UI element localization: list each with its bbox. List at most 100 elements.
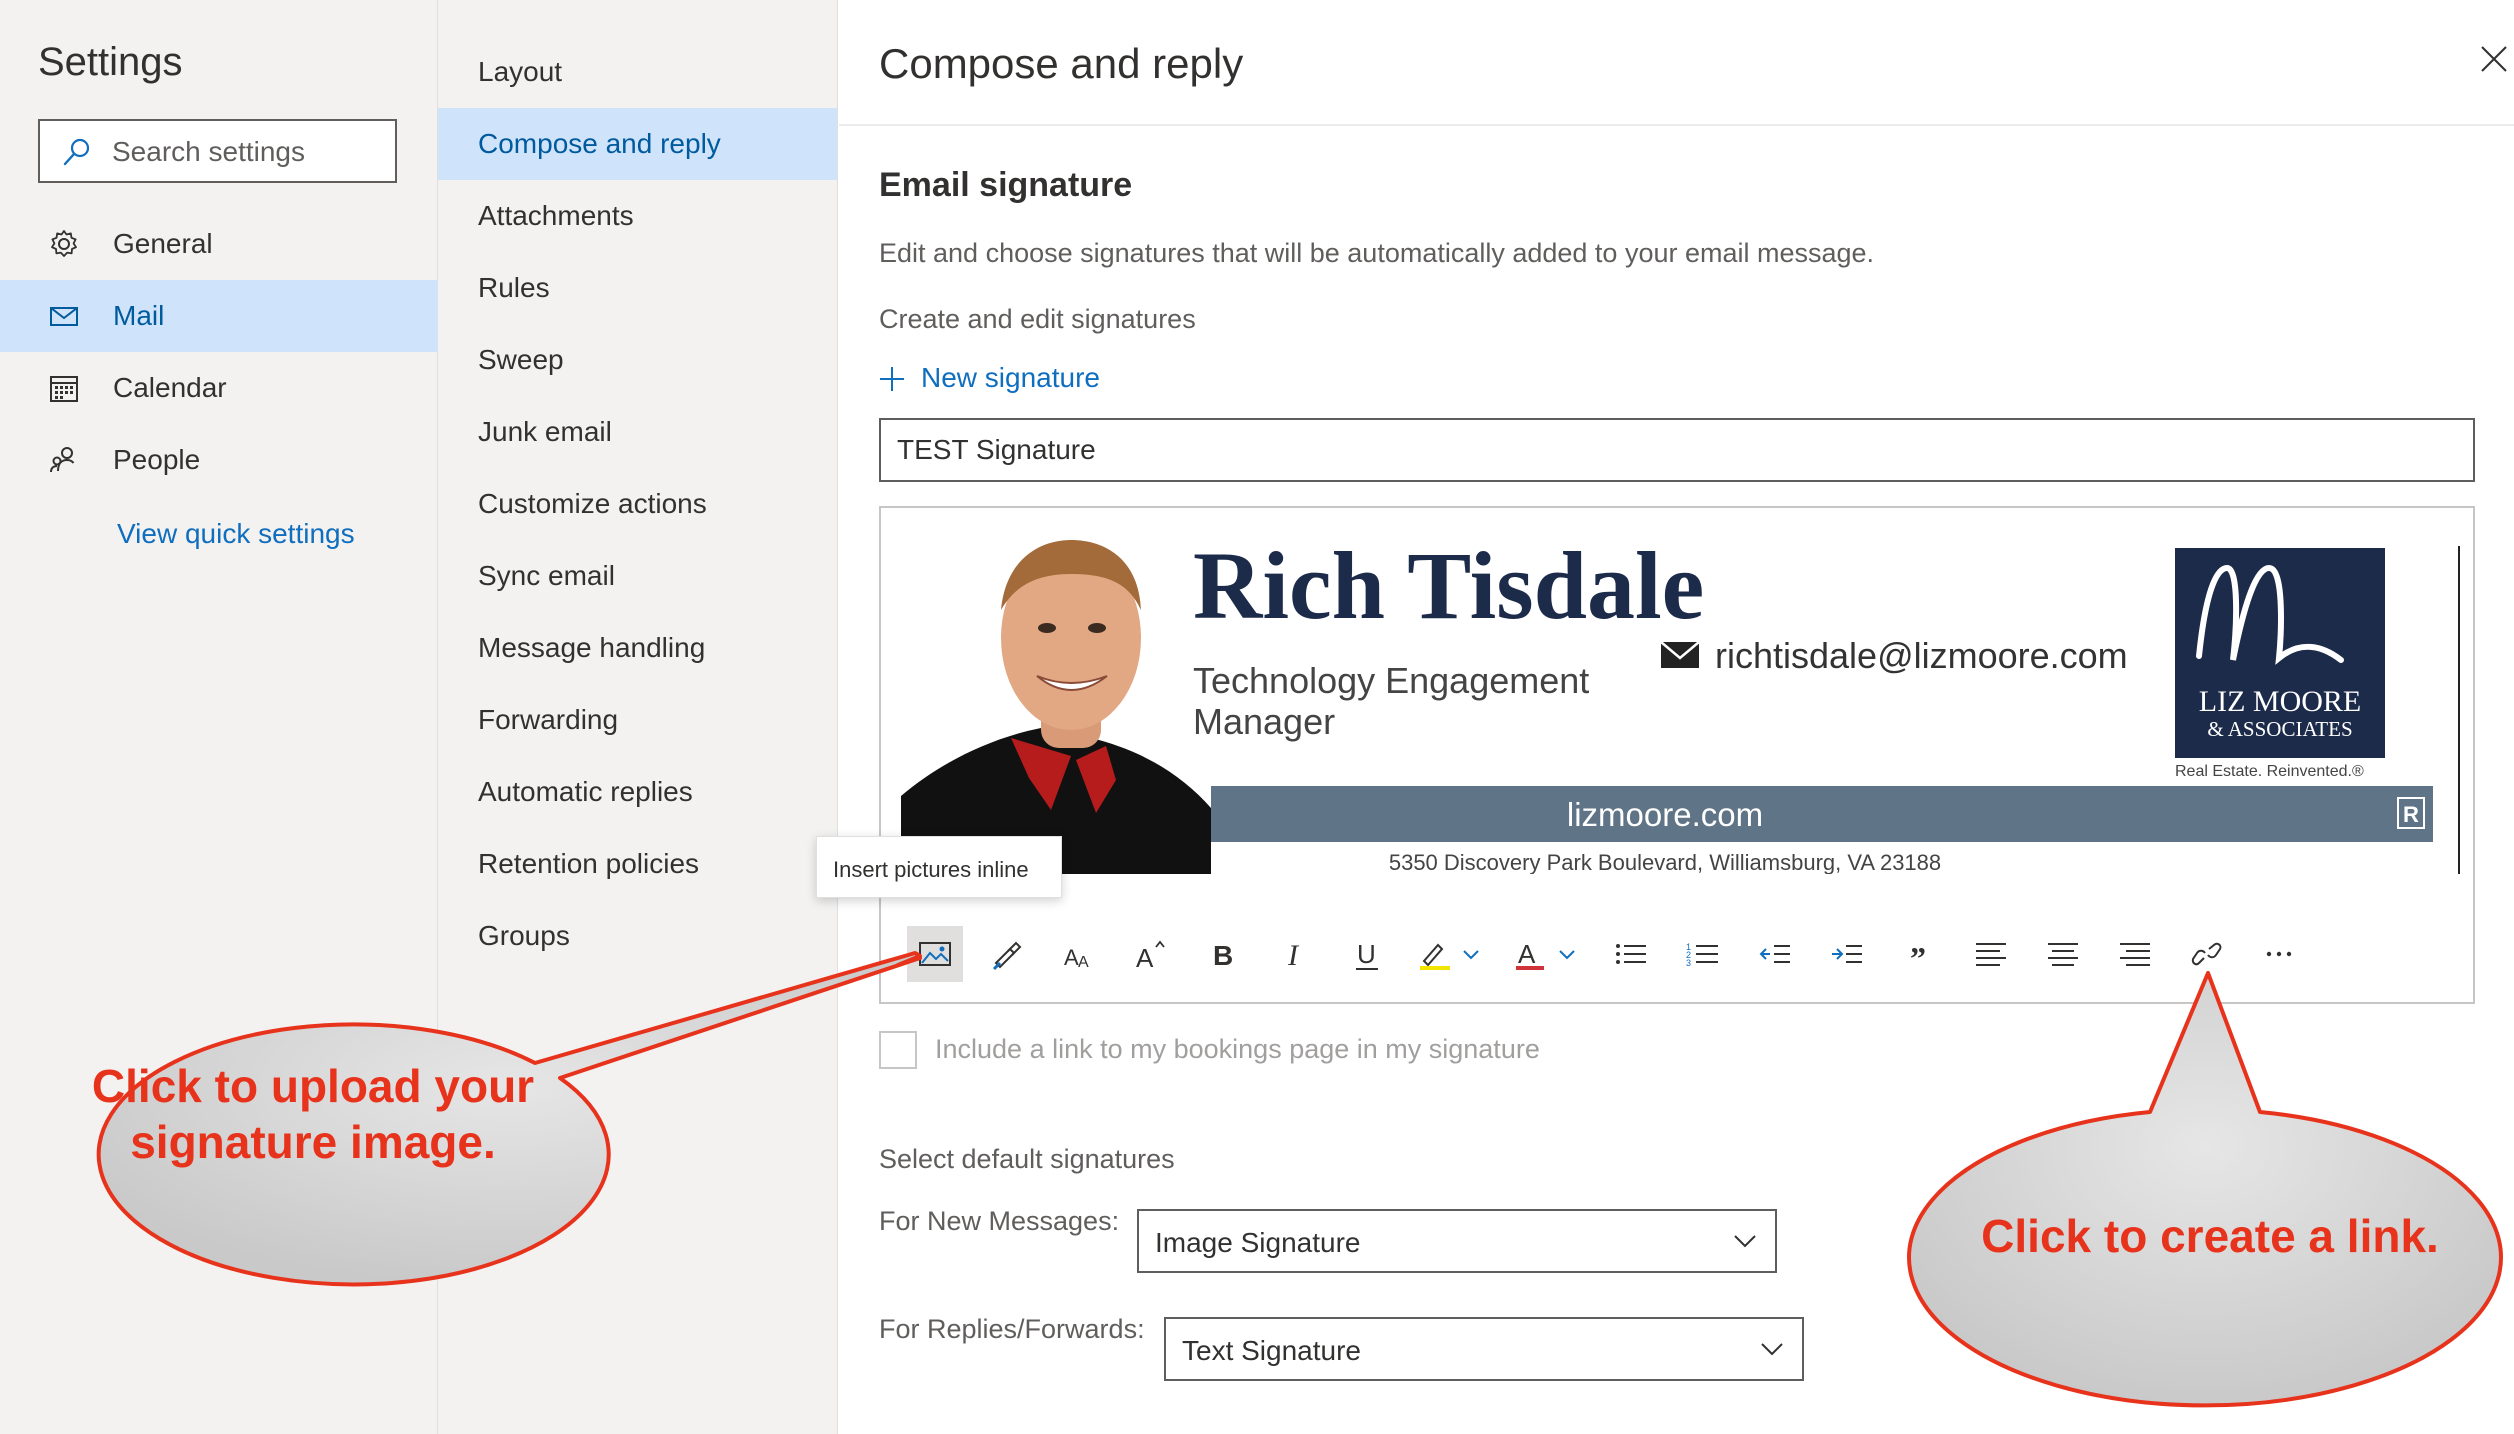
close-icon[interactable]	[2479, 44, 2509, 74]
insert-link-button[interactable]	[2179, 926, 2235, 982]
search-icon	[63, 138, 90, 166]
people-icon	[50, 447, 75, 473]
subnav-item-layout[interactable]: Layout	[438, 36, 837, 108]
svg-text:R: R	[2403, 802, 2419, 827]
subnav-item-label: Rules	[478, 272, 550, 303]
subnav-item-groups[interactable]: Groups	[438, 900, 837, 972]
svg-text:3: 3	[1686, 958, 1691, 968]
subnav-item-label: Attachments	[478, 200, 634, 231]
for-new-messages-label: For New Messages:	[879, 1206, 1120, 1236]
logo-tagline: Real Estate. Reinvented.®	[2175, 763, 2364, 780]
insert-picture-tooltip: Insert pictures inline	[816, 836, 1062, 898]
calendar-icon	[50, 376, 78, 402]
nav-item-label: Calendar	[113, 372, 227, 403]
chevron-down-icon	[1734, 1235, 1756, 1248]
subnav-item-automatic-replies[interactable]: Automatic replies	[438, 756, 837, 828]
view-quick-settings-link[interactable]: View quick settings	[117, 518, 355, 550]
nav-item-general[interactable]: General	[0, 208, 438, 280]
subnav-item-rules[interactable]: Rules	[438, 252, 837, 324]
logo-subtext: & ASSOCIATES	[2207, 717, 2352, 741]
search-input[interactable]	[112, 131, 382, 173]
header-divider	[839, 124, 2514, 126]
mail-icon	[50, 307, 78, 326]
subnav-item-junk-email[interactable]: Junk email	[438, 396, 837, 468]
align-center-icon	[2048, 943, 2078, 966]
subnav-item-forwarding[interactable]: Forwarding	[438, 684, 837, 756]
select-default-label: Select default signatures	[879, 1144, 1175, 1174]
section-description: Edit and choose signatures that will be …	[879, 238, 1875, 268]
signature-job-title-line2: Manager	[1193, 701, 1335, 742]
quote-button[interactable]: ”	[1891, 926, 1947, 982]
subnav-item-sync-email[interactable]: Sync email	[438, 540, 837, 612]
subnav-item-label: Groups	[478, 920, 570, 951]
more-options-icon	[2266, 951, 2292, 957]
align-left-icon	[1976, 943, 2006, 966]
new-messages-signature-select[interactable]: Image Signature	[1137, 1209, 1777, 1273]
nav-item-mail[interactable]: Mail	[0, 280, 438, 352]
underline-icon: U	[1356, 939, 1378, 970]
grow-font-button[interactable]: A	[1123, 926, 1179, 982]
subnav-item-label: Automatic replies	[478, 776, 693, 807]
link-icon	[2191, 942, 2222, 966]
format-painter-button[interactable]	[979, 926, 1035, 982]
numbering-icon: 1 2 3	[1686, 942, 1718, 968]
nav-item-people[interactable]: People	[0, 424, 438, 496]
increase-indent-button[interactable]	[1819, 926, 1875, 982]
subnav-item-retention-policies[interactable]: Retention policies	[438, 828, 837, 900]
align-left-button[interactable]	[1963, 926, 2019, 982]
formatting-toolbar: A A A B I U A 1 2 3 ”	[901, 922, 2461, 986]
svg-text:”: ”	[1910, 940, 1926, 969]
nav-item-calendar[interactable]: Calendar	[0, 352, 438, 424]
svg-text:A: A	[1078, 954, 1089, 971]
italic-icon: I	[1287, 939, 1300, 971]
signature-editor[interactable]: Rich Tisdale Technology Engagement Manag…	[879, 506, 2475, 1004]
subnav-item-message-handling[interactable]: Message handling	[438, 612, 837, 684]
for-replies-label: For Replies/Forwards:	[879, 1314, 1145, 1344]
numbering-button[interactable]: 1 2 3	[1675, 926, 1731, 982]
bullets-icon	[1616, 944, 1646, 964]
bold-button[interactable]: B	[1195, 926, 1251, 982]
svg-text:I: I	[1287, 939, 1300, 971]
right-callout-text: Click to create a link.	[1981, 1210, 2439, 1262]
increase-indent-icon	[1832, 945, 1862, 963]
plus-icon	[880, 367, 904, 391]
new-messages-signature-value: Image Signature	[1155, 1227, 1361, 1258]
signature-website: lizmoore.com	[1567, 796, 1763, 833]
search-settings-box[interactable]	[38, 119, 397, 183]
font-size-icon: A A	[1064, 945, 1089, 971]
bookings-checkbox[interactable]	[879, 1031, 917, 1069]
subnav-item-label: Junk email	[478, 416, 612, 447]
more-options-button[interactable]	[2251, 926, 2307, 982]
align-right-icon	[2120, 943, 2150, 966]
align-right-button[interactable]	[2107, 926, 2163, 982]
insert-picture-button[interactable]	[907, 926, 963, 982]
chevron-down-icon	[1761, 1343, 1783, 1356]
svg-text:A: A	[1518, 939, 1536, 969]
underline-button[interactable]: U	[1339, 926, 1395, 982]
svg-text:A: A	[1136, 943, 1154, 971]
replies-signature-select[interactable]: Text Signature	[1164, 1317, 1804, 1381]
font-size-button[interactable]: A A	[1051, 926, 1107, 982]
decrease-indent-icon	[1759, 945, 1790, 963]
decrease-indent-button[interactable]	[1747, 926, 1803, 982]
highlight-button[interactable]	[1411, 926, 1491, 982]
svg-text:A: A	[1064, 945, 1079, 970]
subnav-item-label: Forwarding	[478, 704, 619, 735]
subnav-item-compose-and-reply[interactable]: Compose and reply	[438, 108, 837, 180]
signature-name-input[interactable]	[879, 418, 2475, 482]
replies-signature-value: Text Signature	[1182, 1335, 1361, 1366]
font-color-button[interactable]: A	[1507, 926, 1587, 982]
subnav-item-label: Sweep	[478, 344, 564, 375]
bookings-checkbox-label: Include a link to my bookings page in my…	[935, 1034, 1540, 1064]
new-signature-label: New signature	[921, 362, 1100, 393]
bullets-button[interactable]	[1603, 926, 1659, 982]
subnav-item-sweep[interactable]: Sweep	[438, 324, 837, 396]
envelope-icon	[1660, 641, 1700, 668]
italic-button[interactable]: I	[1267, 926, 1323, 982]
subnav-item-attachments[interactable]: Attachments	[438, 180, 837, 252]
signature-email: richtisdale@lizmoore.com	[1715, 635, 2128, 676]
insert-picture-icon	[919, 942, 951, 966]
subnav-item-customize-actions[interactable]: Customize actions	[438, 468, 837, 540]
align-center-button[interactable]	[2035, 926, 2091, 982]
gear-icon	[51, 230, 77, 257]
